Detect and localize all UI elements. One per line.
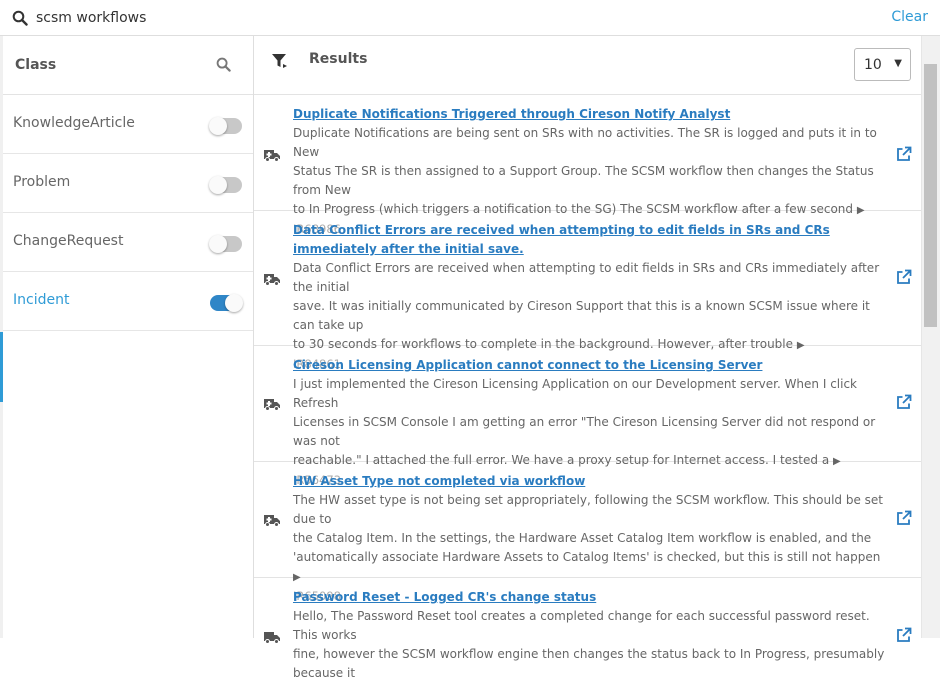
result-item: Data Conflict Errors are received when a… <box>254 211 921 371</box>
clear-button[interactable]: Clear <box>891 9 928 25</box>
result-description: Hello, The Password Reset tool creates a… <box>293 607 889 683</box>
class-item-knowledgearticle: KnowledgeArticle <box>3 95 253 154</box>
page-size-value: 10 <box>864 57 882 73</box>
search-input[interactable] <box>36 6 856 30</box>
class-item-label: Problem <box>13 174 71 190</box>
result-item: Cireson Licensing Application cannot con… <box>254 346 921 487</box>
result-description: I just implemented the Cireson Licensing… <box>293 375 889 471</box>
description-line: Status The SR is then assigned to a Supp… <box>293 164 874 197</box>
class-panel-header: Class <box>3 36 253 95</box>
result-title-link[interactable]: HW Asset Type not completed via workflow <box>293 472 889 491</box>
description-line: Duplicate Notifications are being sent o… <box>293 126 877 159</box>
filter-icon[interactable] <box>270 52 288 70</box>
result-description: The HW asset type is not being set appro… <box>293 491 889 587</box>
result-description: Data Conflict Errors are received when a… <box>293 259 889 355</box>
search-bar: Clear <box>0 0 940 36</box>
class-panel-title: Class <box>15 57 57 73</box>
description-line: Hello, The Password Reset tool creates a… <box>293 609 870 642</box>
problem-toggle[interactable] <box>209 176 242 194</box>
class-item-problem: Problem <box>3 154 253 213</box>
class-filter-panel: Class KnowledgeArticle Problem ChangeReq… <box>3 36 254 638</box>
ambulance-icon <box>264 399 280 411</box>
description-line: I just implemented the Cireson Licensing… <box>293 377 858 410</box>
ambulance-icon <box>264 274 280 286</box>
description-line: The HW asset type is not being set appro… <box>293 493 883 526</box>
class-item-incident: Incident <box>3 272 253 331</box>
description-line: Licenses in SCSM Console I am getting an… <box>293 415 876 448</box>
description-line: fine, however the SCSM workflow engine t… <box>293 647 885 680</box>
class-item-label: Incident <box>13 292 70 308</box>
result-content: Password Reset - Logged CR's change stat… <box>293 588 889 683</box>
class-item-label: KnowledgeArticle <box>13 115 135 131</box>
class-item-changerequest: ChangeRequest <box>3 213 253 272</box>
caret-down-icon: ▼ <box>894 58 902 69</box>
result-title-link[interactable]: Cireson Licensing Application cannot con… <box>293 356 889 375</box>
knowledgearticle-toggle[interactable] <box>209 117 242 135</box>
incident-toggle[interactable] <box>210 294 243 312</box>
result-item: Duplicate Notifications Triggered throug… <box>254 95 921 236</box>
changerequest-toggle[interactable] <box>209 235 242 253</box>
result-description: Duplicate Notifications are being sent o… <box>293 124 889 220</box>
description-line: Data Conflict Errors are received when a… <box>293 261 880 294</box>
external-link-icon[interactable] <box>896 146 912 162</box>
class-item-label: ChangeRequest <box>13 233 124 249</box>
search-icon <box>12 10 28 26</box>
results-panel: Results 10 ▼ Duplicate Notifications Tri… <box>254 36 921 680</box>
ambulance-icon <box>264 515 280 527</box>
result-title-link[interactable]: Data Conflict Errors are received when a… <box>293 221 889 259</box>
results-title: Results <box>309 51 368 67</box>
description-line: save. It was initially communicated by C… <box>293 299 870 332</box>
external-link-icon[interactable] <box>896 269 912 285</box>
scrollbar-thumb[interactable] <box>924 64 937 327</box>
external-link-icon[interactable] <box>896 394 912 410</box>
description-line: 'automatically associate Hardware Assets… <box>293 550 881 564</box>
results-scrollbar[interactable] <box>921 36 940 638</box>
page-size-select[interactable]: 10 ▼ <box>854 48 911 81</box>
external-link-icon[interactable] <box>896 510 912 526</box>
results-header: Results 10 ▼ <box>254 36 921 95</box>
search-icon[interactable] <box>216 57 231 72</box>
description-line: the Catalog Item. In the settings, the H… <box>293 531 872 545</box>
result-item: HW Asset Type not completed via workflow… <box>254 462 921 603</box>
external-link-icon[interactable] <box>896 627 912 643</box>
result-title-link[interactable]: Password Reset - Logged CR's change stat… <box>293 588 889 607</box>
ambulance-icon <box>264 632 280 644</box>
result-title-link[interactable]: Duplicate Notifications Triggered throug… <box>293 105 889 124</box>
ambulance-icon <box>264 150 280 162</box>
